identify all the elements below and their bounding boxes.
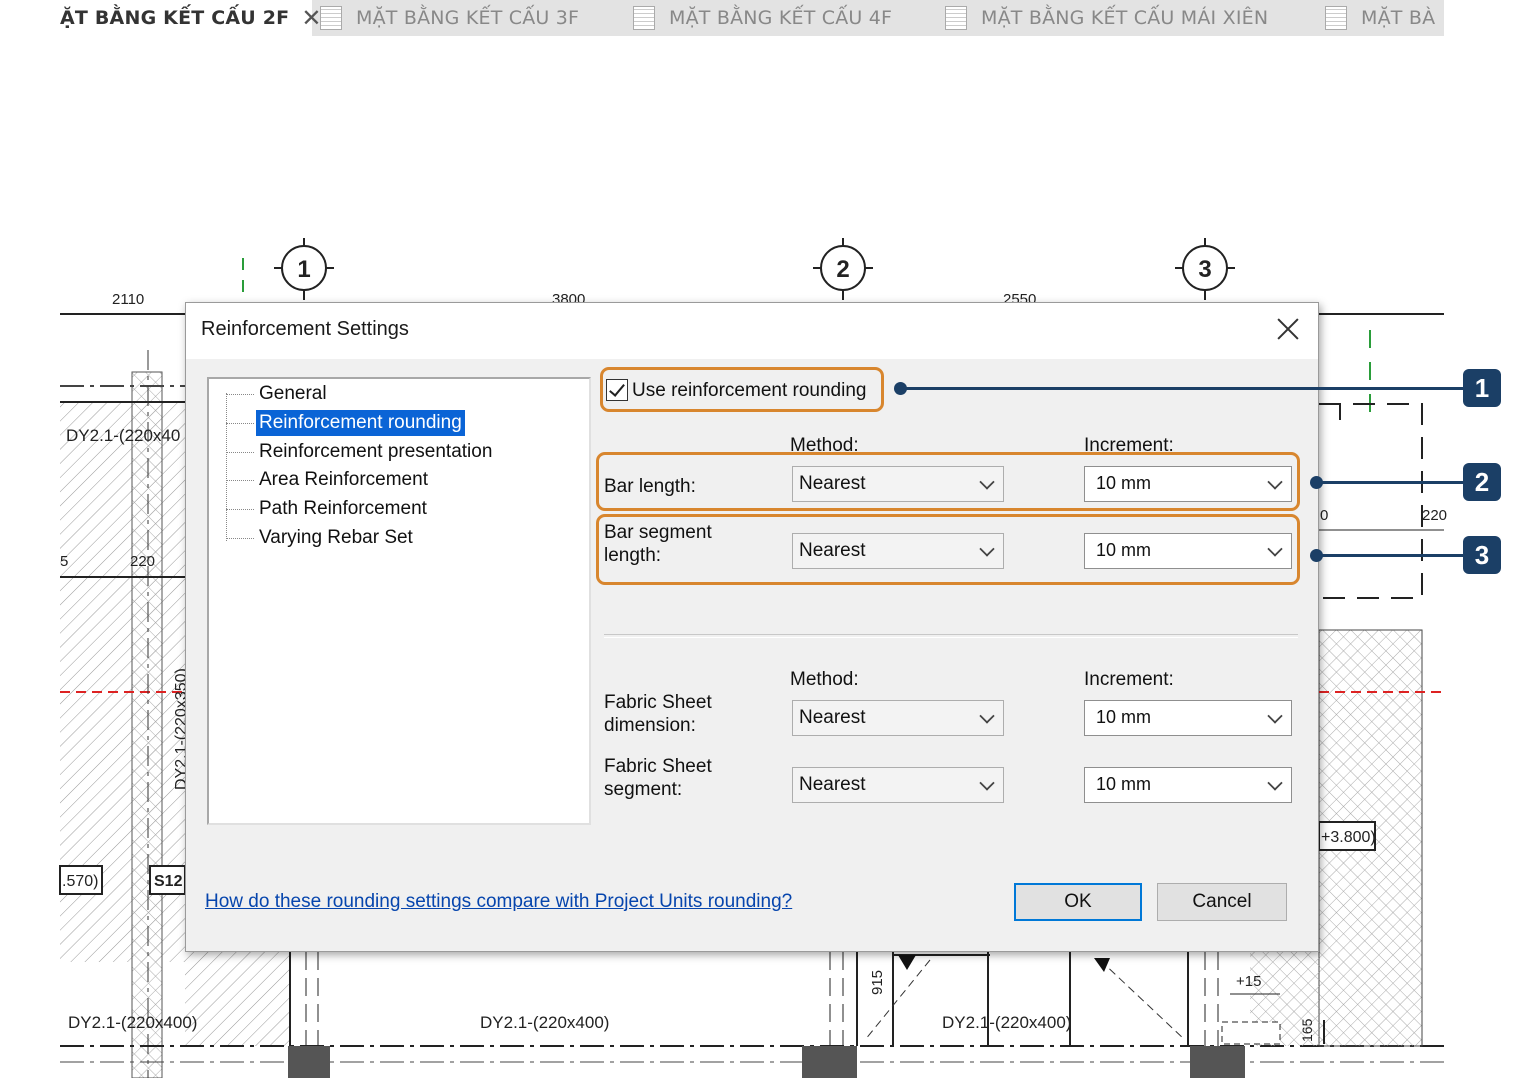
ok-button[interactable]: OK	[1014, 883, 1142, 921]
callout-badge-1: 1	[1463, 369, 1501, 407]
beam-label: DY2.1-(220x40	[66, 426, 180, 445]
dimension-text: 220	[130, 553, 155, 570]
fabric-segment-method-select[interactable]: Nearest	[792, 767, 1004, 803]
grid-bubble-3: 3	[1175, 238, 1235, 300]
chevron-down-icon	[1267, 708, 1283, 724]
rounding-help-link[interactable]: How do these rounding settings compare w…	[205, 891, 792, 913]
beam-label: DY2.1-(220x400)	[942, 1013, 1071, 1032]
tree-item-path-reinforcement[interactable]: Path Reinforcement	[256, 496, 430, 522]
fabric-segment-increment-select[interactable]: 10 mm	[1084, 767, 1292, 803]
fabric-segment-label-line2: segment:	[604, 779, 683, 800]
grid-label: 2	[836, 256, 849, 283]
dimension-text: 0	[1320, 507, 1328, 524]
tree-item-general[interactable]: General	[256, 381, 330, 407]
highlight-bar-length	[596, 452, 1300, 511]
tree-item-varying-rebar-set[interactable]: Varying Rebar Set	[256, 525, 416, 551]
grid-label: 3	[1198, 256, 1211, 283]
dimension-text: 2110	[112, 291, 144, 308]
highlight-bar-segment	[596, 514, 1300, 585]
highlight-use-rounding	[600, 367, 884, 412]
chevron-down-icon	[979, 708, 995, 724]
callout-line	[900, 387, 1466, 390]
tree-item-reinforcement-rounding[interactable]: Reinforcement rounding	[256, 410, 465, 436]
section-divider	[604, 634, 1298, 638]
chevron-down-icon	[979, 775, 995, 791]
tree-item-area-reinforcement[interactable]: Area Reinforcement	[256, 467, 431, 493]
close-icon[interactable]	[1274, 315, 1302, 343]
select-value: Nearest	[799, 774, 866, 795]
fabric-segment-label-line1: Fabric Sheet	[604, 756, 712, 777]
grid-bubble-1: 1	[274, 238, 334, 300]
tree-item-reinforcement-presentation[interactable]: Reinforcement presentation	[256, 439, 495, 465]
slab-tag: S12	[154, 873, 183, 890]
grid-label: 1	[297, 256, 310, 283]
dimension-text: 5	[60, 553, 68, 570]
callout-badge-3: 3	[1463, 536, 1501, 574]
fabric-dimension-label-line2: dimension:	[604, 715, 696, 736]
select-value: 10 mm	[1096, 707, 1152, 727]
cancel-button[interactable]: Cancel	[1157, 883, 1287, 921]
fabric-dimension-label-line1: Fabric Sheet	[604, 692, 712, 713]
dimension-text: 220	[1422, 507, 1447, 524]
dimension-text: 165	[1299, 1018, 1315, 1042]
chevron-down-icon	[1267, 775, 1283, 791]
beam-label: DY2.1-(220x400)	[480, 1013, 609, 1032]
callout-line	[1316, 481, 1466, 484]
callout-badge-2: 2	[1463, 463, 1501, 501]
beam-label: DY2.1-(220x400)	[68, 1013, 197, 1032]
level-tag: .570)	[62, 873, 98, 890]
callout-line	[1316, 554, 1466, 557]
method-header: Method:	[790, 669, 859, 690]
increment-header: Increment:	[1084, 669, 1174, 690]
dialog-title: Reinforcement Settings	[201, 318, 409, 340]
dimension-text: 915	[869, 970, 886, 995]
grid-bubble-2: 2	[813, 238, 873, 300]
settings-tree[interactable]: General Reinforcement rounding Reinforce…	[207, 377, 591, 825]
fabric-dimension-method-select[interactable]: Nearest	[792, 700, 1004, 736]
dialog-titlebar[interactable]: Reinforcement Settings	[186, 303, 1318, 359]
dimension-text: +15	[1236, 973, 1261, 990]
level-tag: +3.800)	[1321, 829, 1376, 846]
select-value: 10 mm	[1096, 774, 1152, 794]
fabric-dimension-increment-select[interactable]: 10 mm	[1084, 700, 1292, 736]
select-value: Nearest	[799, 707, 866, 728]
